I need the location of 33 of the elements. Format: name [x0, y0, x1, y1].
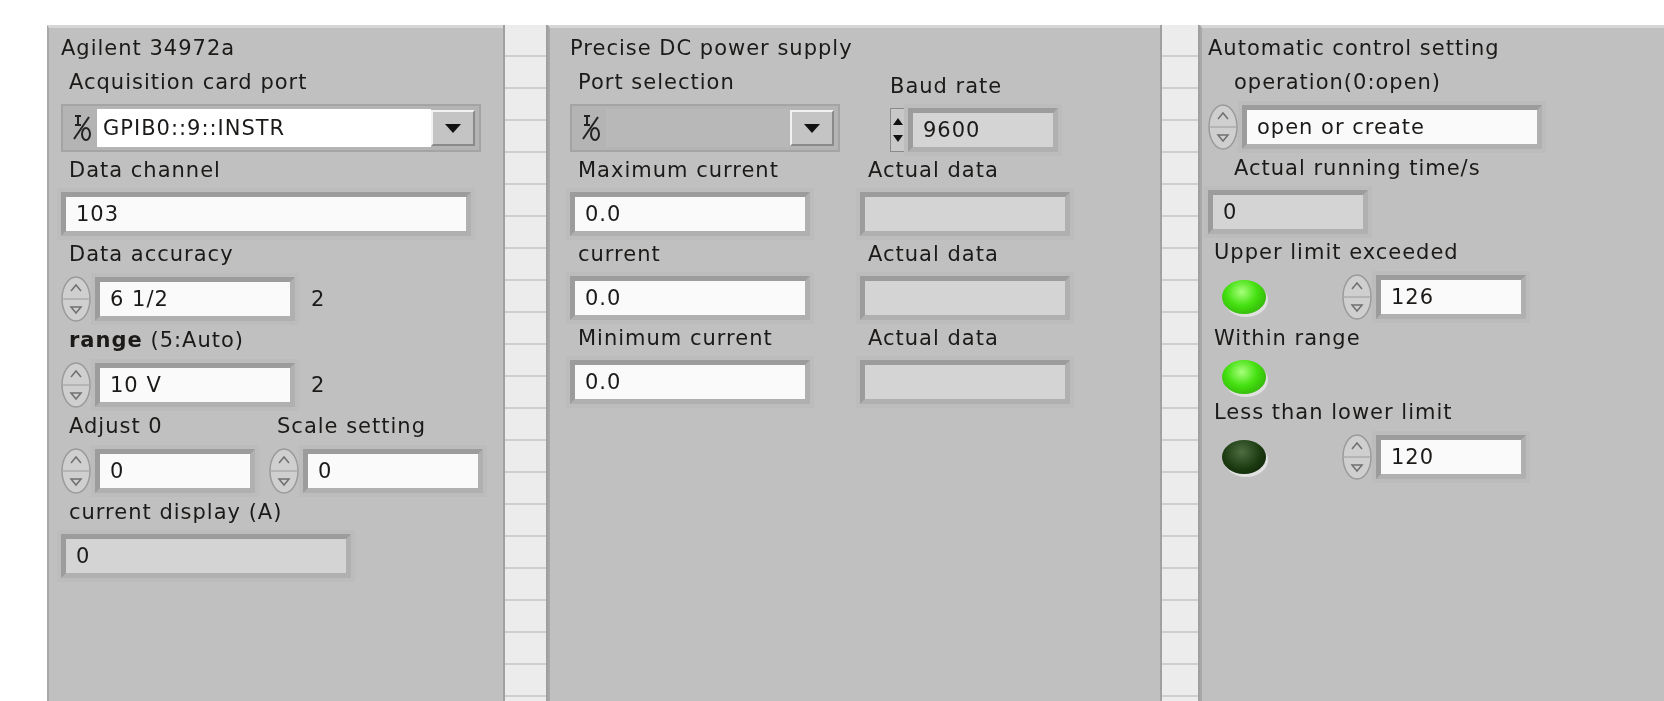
- field-label: Actual running time/s: [1233, 156, 1482, 182]
- field-label: Acquisition card port: [68, 70, 309, 96]
- field-label: Minimum current: [577, 326, 774, 352]
- pane-title: Automatic control setting: [1208, 36, 1501, 60]
- field-label: current display (A): [68, 500, 284, 526]
- pane-title: Precise DC power supply: [570, 36, 854, 60]
- splitter-bar[interactable]: [503, 25, 548, 701]
- field-label: Port selection: [577, 70, 736, 96]
- field-label: Baud rate: [890, 74, 1004, 100]
- field-label: Data accuracy: [68, 242, 235, 268]
- field-label: Adjust 0: [68, 414, 164, 440]
- caret-icon: [445, 123, 461, 133]
- visa-resource-icon: [71, 113, 93, 143]
- field-label: Scale setting: [276, 414, 427, 440]
- field-label: Actual data: [867, 326, 1000, 352]
- field-label: range (5:Auto): [68, 328, 246, 354]
- field-label: current: [577, 242, 662, 268]
- splitter-bar[interactable]: [1160, 25, 1200, 701]
- pane-title: Agilent 34972a: [61, 36, 237, 60]
- radix-label: 2: [311, 287, 326, 311]
- field-label: Maximum current: [577, 158, 780, 184]
- dropdown-button[interactable]: [431, 110, 475, 146]
- field-label: Less than lower limit: [1213, 400, 1454, 426]
- visa-resource-icon: [580, 113, 602, 143]
- field-label: Data channel: [68, 158, 222, 184]
- field-label: Within range: [1213, 326, 1362, 352]
- field-label: Upper limit exceeded: [1213, 240, 1460, 266]
- caret-icon: [804, 123, 820, 133]
- field-label: Actual data: [867, 158, 1000, 184]
- resource-dropdown[interactable]: GPIB0::9::INSTR: [61, 104, 481, 152]
- radix-label: 2: [311, 373, 326, 397]
- field-label: operation(0:open): [1233, 70, 1443, 96]
- field-label: Actual data: [867, 242, 1000, 268]
